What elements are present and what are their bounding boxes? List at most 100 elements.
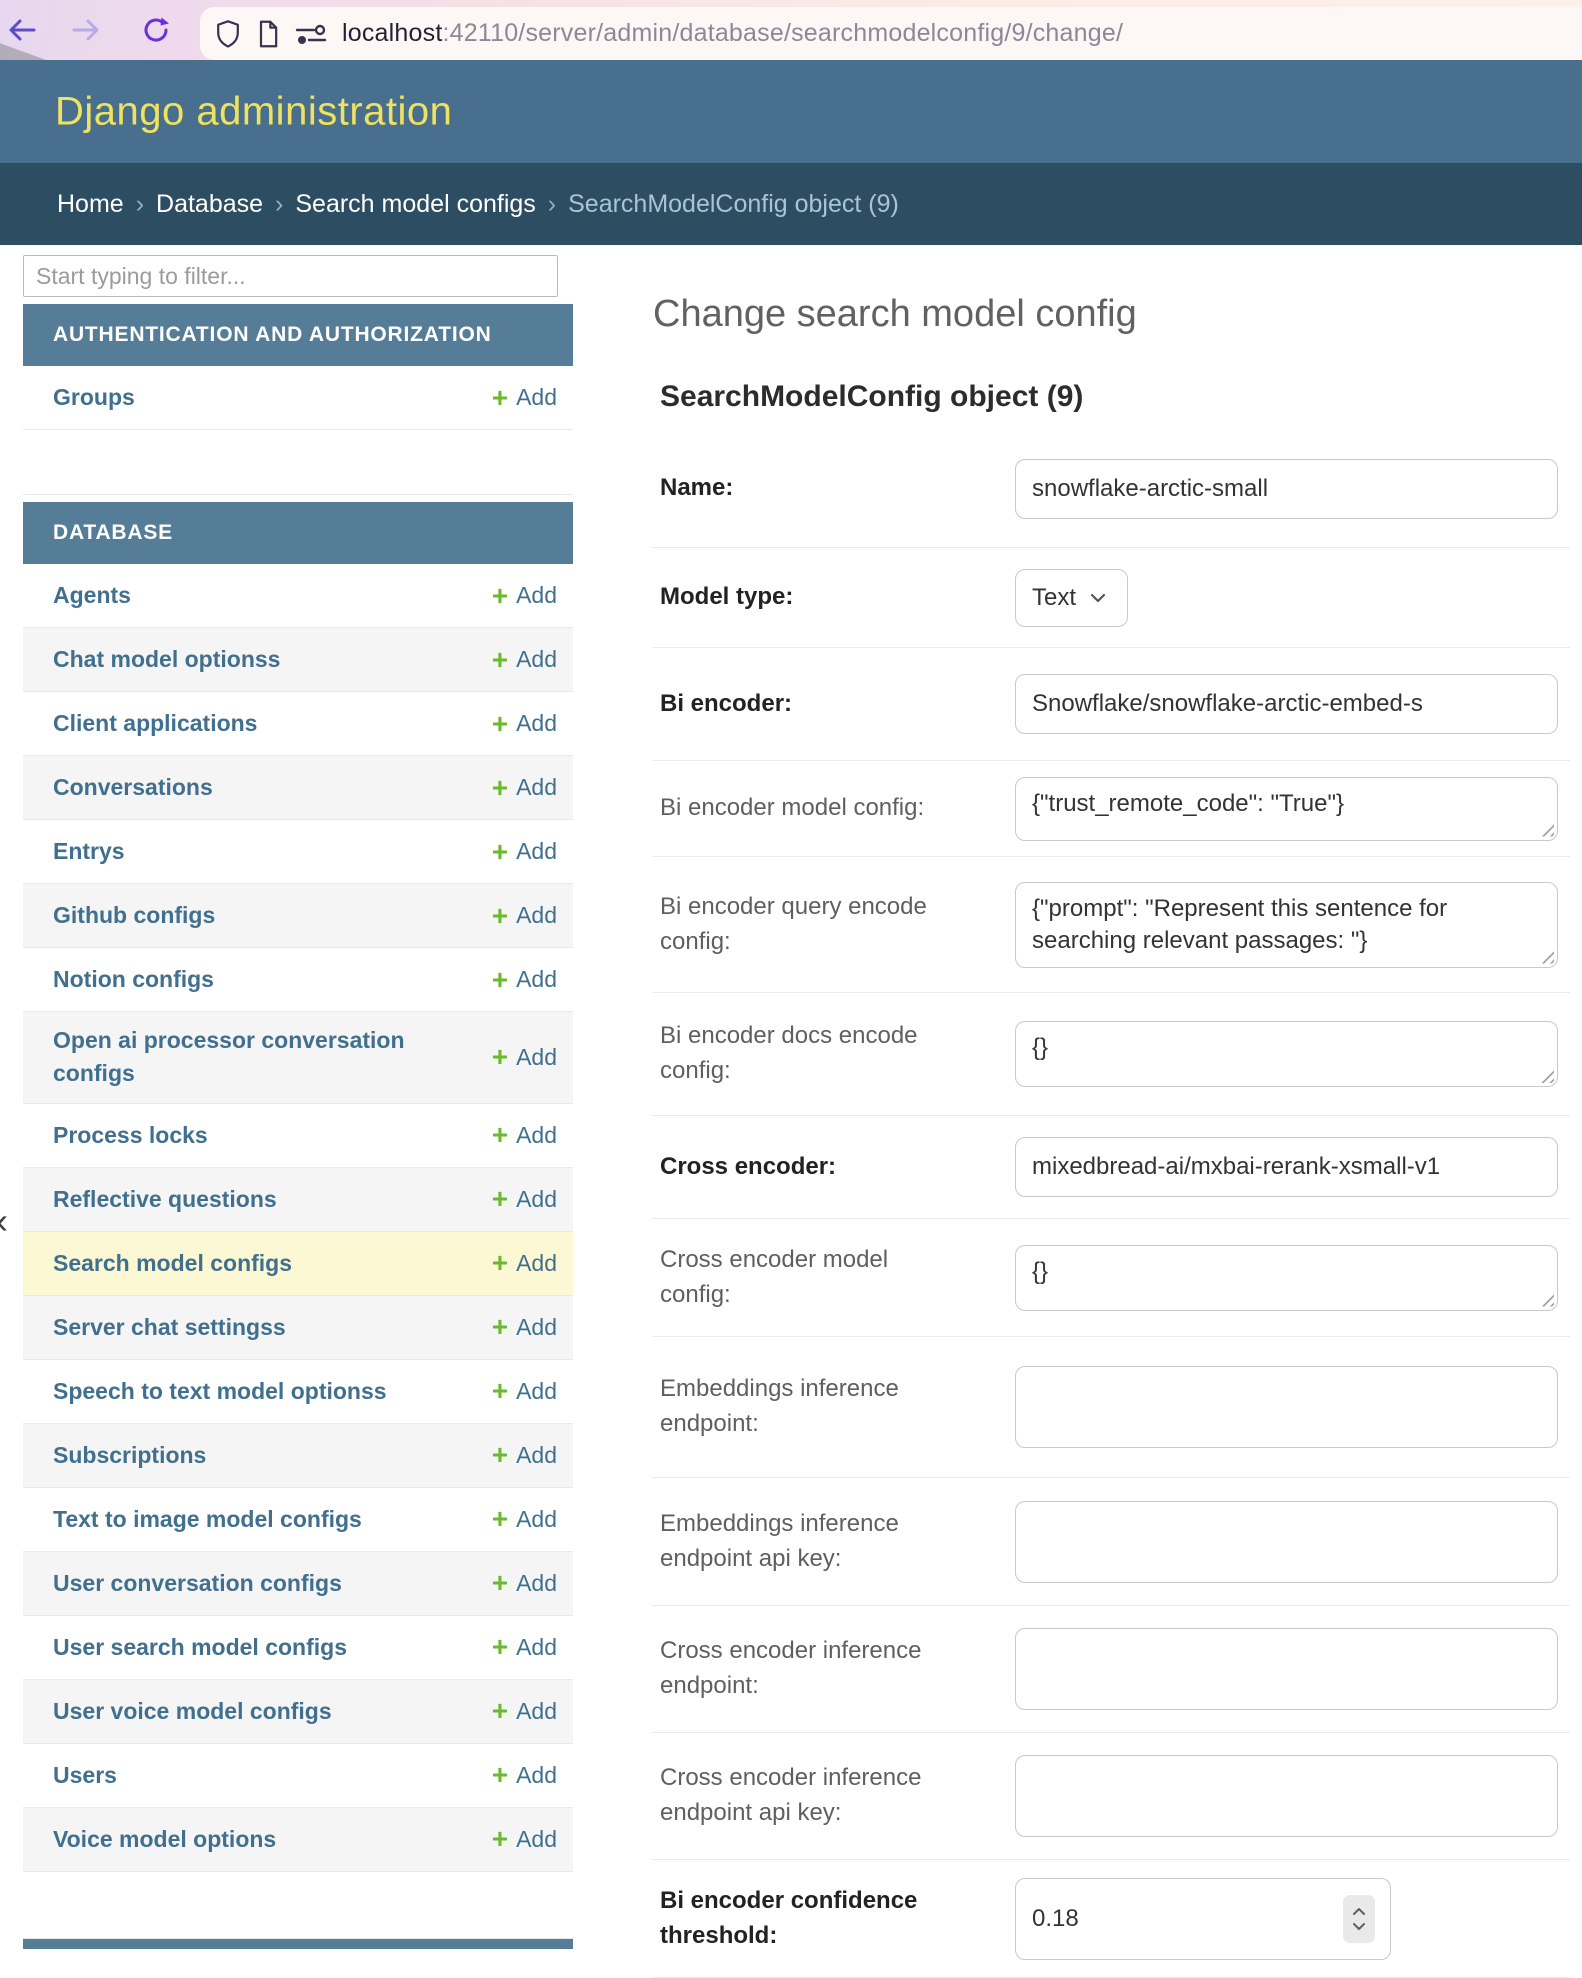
sidebar-model-link[interactable]: User conversation configs: [53, 1555, 492, 1612]
sidebar-add-link[interactable]: + Add: [492, 1569, 557, 1597]
field-row-embeddings-inference-endpoint-api-key: Embeddings inference endpoint api key:: [653, 1478, 1570, 1606]
sidebar-add-link[interactable]: + Add: [492, 1761, 557, 1789]
bi-encoder-query-encode-config-textarea[interactable]: {"prompt": "Represent this sentence for …: [1015, 882, 1558, 968]
sidebar-add-link[interactable]: + Add: [492, 582, 557, 610]
url-host: localhost: [342, 19, 442, 47]
sidebar-model-link[interactable]: Notion configs: [53, 951, 492, 1008]
add-label: Add: [516, 1250, 557, 1277]
sidebar-model-link[interactable]: Groups: [53, 369, 492, 426]
add-label: Add: [516, 1442, 557, 1469]
cross-encoder-model-config-textarea[interactable]: {}: [1015, 1245, 1558, 1311]
cross-encoder-inference-endpoint-input[interactable]: [1015, 1628, 1558, 1710]
page-title: Change search model config: [653, 293, 1570, 336]
sidebar-model-link[interactable]: Conversations: [53, 759, 492, 816]
sidebar-filter-input[interactable]: [23, 255, 558, 297]
sidebar-collapse-toggle[interactable]: ‹: [0, 1200, 8, 1242]
add-label: Add: [516, 1186, 557, 1213]
sidebar-add-link[interactable]: + Add: [492, 646, 557, 674]
browser-forward-button[interactable]: [70, 14, 102, 46]
sidebar-add-link[interactable]: + Add: [492, 1249, 557, 1277]
embeddings-inference-endpoint-api-key-input[interactable]: [1015, 1501, 1558, 1583]
sidebar-model-link[interactable]: Text to image model configs: [53, 1491, 492, 1548]
sidebar-model-row: Agents + Add: [23, 564, 573, 628]
sidebar-add-link[interactable]: + Add: [492, 1377, 557, 1405]
add-label: Add: [516, 646, 557, 673]
browser-back-button[interactable]: [6, 14, 38, 46]
cross-encoder-inference-endpoint-api-key-input[interactable]: [1015, 1755, 1558, 1837]
bi-encoder-input[interactable]: [1015, 674, 1558, 734]
url-bar[interactable]: localhost:42110/server/admin/database/se…: [200, 7, 1582, 60]
sidebar-add-link[interactable]: + Add: [492, 710, 557, 738]
sidebar-model-link[interactable]: Subscriptions: [53, 1427, 492, 1484]
sidebar-add-link[interactable]: + Add: [492, 1441, 557, 1469]
field-row-name: Name:: [653, 430, 1570, 548]
sidebar-model-link[interactable]: Client applications: [53, 695, 492, 752]
sidebar-add-link[interactable]: + Add: [492, 774, 557, 802]
add-label: Add: [516, 1634, 557, 1661]
plus-icon: +: [492, 1185, 508, 1213]
sidebar-next-section-edge: [23, 1939, 573, 1949]
change-form: Name: Model type: Text Bi encoder:: [653, 430, 1570, 1978]
model-type-select[interactable]: Text: [1015, 569, 1128, 627]
sidebar-add-link[interactable]: + Add: [492, 1697, 557, 1725]
url-text[interactable]: localhost:42110/server/admin/database/se…: [342, 19, 1123, 48]
sidebar-model-link[interactable]: Users: [53, 1747, 492, 1804]
field-row-bi-encoder: Bi encoder:: [653, 648, 1570, 761]
sidebar-model-link[interactable]: Chat model optionss: [53, 631, 492, 688]
stepper-up-icon: [1352, 1907, 1366, 1916]
site-title-link[interactable]: Django administration: [55, 89, 452, 134]
breadcrumb-database-link[interactable]: Database: [156, 190, 263, 219]
sidebar-model-link[interactable]: Search model configs: [53, 1235, 492, 1292]
number-stepper[interactable]: [1343, 1895, 1375, 1943]
sidebar-model-row: Search model configs + Add: [23, 1232, 573, 1296]
sidebar-model-link[interactable]: Voice model options: [53, 1811, 492, 1868]
shield-icon[interactable]: [214, 19, 242, 49]
sidebar-add-link[interactable]: + Add: [492, 1121, 557, 1149]
sidebar-model-row: Github configs + Add: [23, 884, 573, 948]
sidebar-add-link[interactable]: + Add: [492, 1043, 557, 1071]
sidebar-add-link[interactable]: + Add: [492, 384, 557, 412]
plus-icon: +: [492, 1441, 508, 1469]
bi-encoder-confidence-threshold-input[interactable]: [1015, 1878, 1391, 1960]
sidebar-model-row: Text to image model configs + Add: [23, 1488, 573, 1552]
sidebar-add-link[interactable]: + Add: [492, 1313, 557, 1341]
sidebar-model-link[interactable]: Entrys: [53, 823, 492, 880]
sidebar-add-link[interactable]: + Add: [492, 838, 557, 866]
permissions-toggle-icon[interactable]: [294, 22, 328, 46]
sidebar-add-link[interactable]: + Add: [492, 1633, 557, 1661]
sidebar-database-rows: Agents + Add Chat model optionss + Add C…: [23, 564, 573, 1872]
breadcrumb-home-link[interactable]: Home: [57, 190, 124, 219]
sidebar-model-row: User conversation configs + Add: [23, 1552, 573, 1616]
bi-encoder-docs-encode-config-textarea[interactable]: {}: [1015, 1021, 1558, 1087]
sidebar-model-link[interactable]: Server chat settingss: [53, 1299, 492, 1356]
sidebar-add-link[interactable]: + Add: [492, 966, 557, 994]
plus-icon: +: [492, 1377, 508, 1405]
name-input[interactable]: [1015, 459, 1558, 519]
sidebar-add-link[interactable]: + Add: [492, 902, 557, 930]
sidebar-model-link[interactable]: User search model configs: [53, 1619, 492, 1676]
page-info-icon[interactable]: [256, 20, 280, 48]
sidebar-model-link[interactable]: Open ai processor conversation configs: [53, 1012, 492, 1103]
sidebar-empty-row: [23, 430, 573, 495]
sidebar-model-link[interactable]: Reflective questions: [53, 1171, 492, 1228]
sidebar-model-link[interactable]: User voice model configs: [53, 1683, 492, 1740]
embeddings-inference-endpoint-input[interactable]: [1015, 1366, 1558, 1448]
plus-icon: +: [492, 1569, 508, 1597]
chevron-down-icon: [1090, 593, 1106, 603]
sidebar-model-link[interactable]: Github configs: [53, 887, 492, 944]
sidebar-model-link[interactable]: Process locks: [53, 1107, 492, 1164]
sidebar-add-link[interactable]: + Add: [492, 1825, 557, 1853]
breadcrumb-searchmodelconfigs-link[interactable]: Search model configs: [295, 190, 535, 219]
sidebar-model-row: Conversations + Add: [23, 756, 573, 820]
browser-reload-button[interactable]: [140, 14, 172, 46]
bi-encoder-model-config-textarea[interactable]: {"trust_remote_code": "True"}: [1015, 777, 1558, 841]
breadcrumb-separator: ›: [275, 190, 283, 219]
sidebar-model-link[interactable]: Agents: [53, 567, 492, 624]
sidebar-add-link[interactable]: + Add: [492, 1185, 557, 1213]
sidebar-model-row: Chat model optionss + Add: [23, 628, 573, 692]
sidebar-model-link[interactable]: Speech to text model optionss: [53, 1363, 492, 1420]
cross-encoder-input[interactable]: [1015, 1137, 1558, 1197]
plus-icon: +: [492, 384, 508, 412]
model-type-selected-value: Text: [1032, 584, 1076, 612]
sidebar-add-link[interactable]: + Add: [492, 1505, 557, 1533]
